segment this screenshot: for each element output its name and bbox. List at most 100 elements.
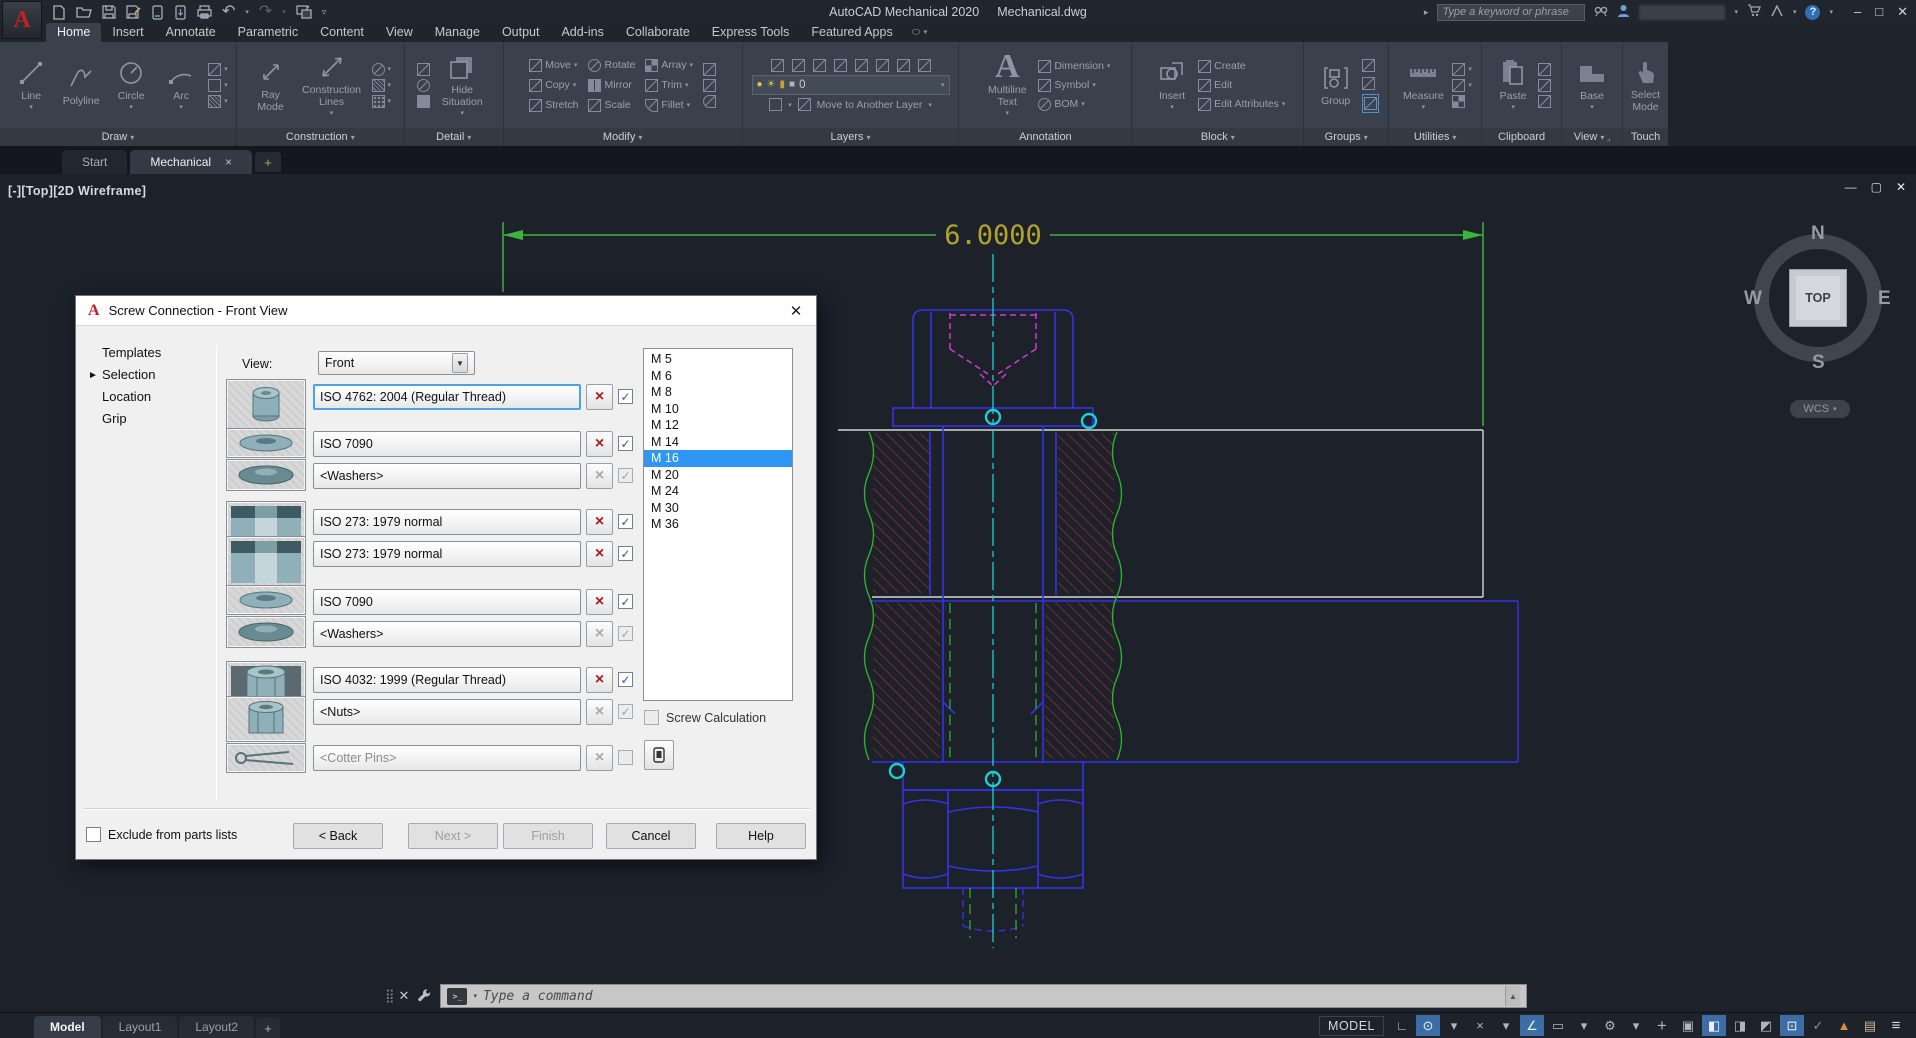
create-block-button[interactable]: Create: [1198, 60, 1246, 73]
layer-match-icon[interactable]: [918, 59, 931, 72]
command-history-up-icon[interactable]: ▲: [1505, 986, 1520, 1006]
size-option[interactable]: M 20: [644, 467, 792, 484]
scale-area-button[interactable]: [417, 63, 430, 76]
tab-home[interactable]: Home: [46, 23, 101, 42]
layer-isolate-icon[interactable]: [813, 59, 826, 72]
detail-view-button[interactable]: [417, 79, 430, 92]
panel-label-annotation[interactable]: Annotation: [959, 128, 1131, 146]
view-dropdown[interactable]: Front ▼: [318, 351, 475, 375]
dynamic-input-toggle[interactable]: ▭: [1546, 1015, 1570, 1036]
symbol-button[interactable]: Symbol▾: [1038, 79, 1096, 92]
nav-location[interactable]: Location: [102, 389, 151, 404]
copy-fastener-button[interactable]: [644, 740, 674, 770]
join-button[interactable]: [703, 95, 716, 108]
hole-top-standard-field[interactable]: ISO 273: 1979 normal: [313, 509, 581, 535]
tab-manage[interactable]: Manage: [424, 23, 491, 42]
paste-button[interactable]: Paste▾: [1492, 58, 1534, 112]
washers-slot-field[interactable]: <Washers>: [313, 463, 581, 489]
washers-slot2-field[interactable]: <Washers>: [313, 621, 581, 647]
command-prompt-icon[interactable]: >_: [447, 988, 467, 1005]
hole-top-checkbox[interactable]: ✓: [618, 514, 633, 529]
file-tab-start[interactable]: Start: [62, 150, 127, 174]
plot-icon[interactable]: [197, 5, 212, 19]
layer-on-icon[interactable]: ●: [757, 80, 763, 90]
centerline-button[interactable]: ▾: [372, 63, 392, 76]
washer-bottom-standard-field[interactable]: ISO 7090: [313, 589, 581, 615]
layer-unisolate-icon[interactable]: [834, 59, 847, 72]
move-to-another-layer-button[interactable]: Move to Another Layer: [817, 99, 923, 111]
file-tab-close-icon[interactable]: ×: [225, 155, 232, 169]
save-as-icon[interactable]: [126, 5, 141, 19]
new-drawing-tab-button[interactable]: +: [255, 152, 281, 172]
exclude-parts-checkbox[interactable]: ✓: [86, 827, 101, 842]
app-store-cart-icon[interactable]: [1747, 4, 1761, 20]
qat-customize-icon[interactable]: ▿: [322, 7, 327, 18]
edit-attributes-button[interactable]: Edit Attributes▾: [1198, 98, 1285, 111]
nut-checkbox[interactable]: ✓: [618, 672, 633, 687]
viewcube-top-face[interactable]: TOP: [1789, 269, 1847, 327]
polyline-button[interactable]: Polyline: [58, 63, 104, 107]
drawing-restore-icon[interactable]: ▢: [1871, 180, 1882, 194]
copy-base-button[interactable]: [1538, 95, 1551, 108]
command-close-icon[interactable]: ✕: [399, 988, 410, 1004]
screw-checkbox[interactable]: ✓: [618, 389, 633, 404]
panel-label-draw[interactable]: Draw▾: [0, 128, 236, 146]
size-option[interactable]: M 14: [644, 434, 792, 451]
isolate-objects-toggle[interactable]: ▲: [1832, 1015, 1856, 1036]
panel-label-utilities[interactable]: Utilities▾: [1389, 128, 1481, 146]
nut-standard-field[interactable]: ISO 4032: 1999 (Regular Thread): [313, 667, 581, 693]
layout1-tab[interactable]: Layout1: [103, 1016, 178, 1038]
rotate-button[interactable]: Rotate: [588, 59, 635, 72]
quick-calc-button[interactable]: [1452, 95, 1465, 108]
cancel-button[interactable]: Cancel: [606, 823, 696, 849]
dimension-text[interactable]: 6.0000: [944, 220, 1042, 251]
nav-templates[interactable]: Templates: [102, 345, 161, 360]
washers-slot2-thumbnail[interactable]: [226, 616, 306, 648]
annotation-lock-toggle[interactable]: ⊡: [1780, 1015, 1804, 1036]
redo-icon[interactable]: ↷: [259, 4, 272, 20]
panel-label-detail[interactable]: Detail▾: [405, 128, 503, 146]
mirror-button[interactable]: Mirror: [588, 79, 635, 92]
array-button[interactable]: Array▾: [645, 59, 693, 72]
layer-off-icon[interactable]: [876, 59, 889, 72]
viewcube-east[interactable]: E: [1878, 288, 1891, 310]
size-option-selected[interactable]: M 16: [644, 450, 792, 467]
group-button[interactable]: Group: [1314, 63, 1358, 107]
copy-button[interactable]: Copy▾: [529, 79, 578, 92]
move-to-layer-icon[interactable]: [798, 98, 811, 111]
tab-add-ins[interactable]: Add-ins: [550, 23, 614, 42]
undo-dropdown-icon[interactable]: ▾: [245, 8, 249, 16]
screw-head-thumbnail[interactable]: [226, 379, 306, 431]
screw-standard-field[interactable]: ISO 4762: 2004 (Regular Thread): [313, 384, 581, 410]
command-recent-dropdown-icon[interactable]: ▾: [473, 992, 477, 1000]
grid-display-toggle[interactable]: ∟: [1390, 1015, 1414, 1036]
autodesk-dropdown-icon[interactable]: ▾: [1793, 8, 1797, 16]
size-option[interactable]: M 8: [644, 384, 792, 401]
size-option[interactable]: M 12: [644, 417, 792, 434]
rectangle-tools-button[interactable]: ▾: [208, 79, 228, 92]
multiline-text-button[interactable]: AMultiline Text▾: [980, 52, 1034, 118]
drawing-close-icon[interactable]: ✕: [1896, 180, 1906, 194]
application-menu-button[interactable]: A: [2, 1, 42, 39]
screw-remove-button[interactable]: ×: [586, 384, 613, 410]
dimension-button[interactable]: Dimension▾: [1038, 60, 1110, 73]
nuts-slot-field[interactable]: <Nuts>: [313, 699, 581, 725]
tab-featured-apps[interactable]: Featured Apps: [800, 23, 903, 42]
viewcube-south[interactable]: S: [1812, 352, 1825, 374]
panel-label-view[interactable]: View▾ ⌟: [1562, 128, 1622, 146]
hole-bottom-thumbnail[interactable]: [226, 536, 306, 588]
bom-button[interactable]: BOM▾: [1038, 98, 1084, 111]
annotation-visibility-toggle[interactable]: ◩: [1754, 1015, 1778, 1036]
layer-thaw-icon[interactable]: ☀: [767, 80, 776, 90]
workspace-icon[interactable]: [296, 5, 312, 19]
polar-tracking-toggle[interactable]: ∠: [1520, 1015, 1544, 1036]
erase-button[interactable]: [703, 63, 716, 76]
panel-label-clipboard[interactable]: Clipboard: [1482, 128, 1561, 146]
clean-screen-toggle[interactable]: ▤: [1858, 1015, 1882, 1036]
autodesk-app-icon[interactable]: [1770, 5, 1784, 20]
open-file-icon[interactable]: [76, 5, 92, 19]
size-list[interactable]: M 5 M 6 M 8 M 10 M 12 M 14 M 16 M 20 M 2…: [643, 348, 793, 701]
file-tab-mechanical[interactable]: Mechanical×: [130, 150, 252, 174]
trim-button[interactable]: Trim▾: [645, 79, 693, 92]
command-customize-wrench-icon[interactable]: [417, 989, 432, 1004]
